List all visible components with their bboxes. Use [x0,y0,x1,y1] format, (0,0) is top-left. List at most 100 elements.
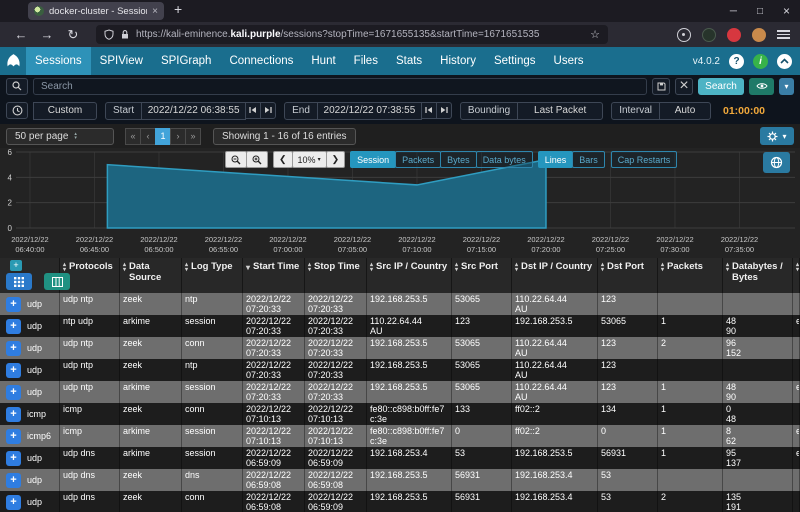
column-header-src-port[interactable]: ▴ ▾ Src Port [452,258,512,293]
end-time-input[interactable]: 2022/12/22 07:38:55 [316,101,422,120]
info-icon[interactable]: i [753,53,768,69]
step-forward-icon[interactable] [260,101,277,119]
graph-metric-session[interactable]: Session [350,151,397,168]
expand-session-button[interactable]: + [6,406,21,422]
help-icon[interactable]: ? [729,53,744,69]
expand-session-button[interactable]: + [6,384,21,400]
start-time-input[interactable]: 2022/12/22 06:38:55 [141,101,247,120]
map-toggle-button[interactable] [763,152,790,173]
search-button[interactable]: Search [698,77,744,95]
nav-item-sessions[interactable]: Sessions [26,47,91,75]
nav-item-hunt[interactable]: Hunt [302,47,344,75]
pocket-icon[interactable] [677,27,691,42]
column-header-dst-port[interactable]: ▴ ▾ Dst Port [598,258,658,293]
nav-item-files[interactable]: Files [345,47,387,75]
tracking-protection-icon[interactable] [104,29,114,40]
session-row[interactable]: + udp udp dns zeek conn 2022/12/22 06:59:08 20… [0,491,800,512]
session-row[interactable]: + udp ntp udp arkime session 2022/12/22 07:20… [0,315,800,337]
step-back-icon[interactable] [420,101,437,119]
nav-item-connections[interactable]: Connections [220,47,302,75]
session-row[interactable]: + udp udp dns zeek dns 2022/12/22 06:59:08 202… [0,469,800,491]
menu-icon[interactable] [777,30,790,39]
expand-session-button[interactable]: + [6,450,21,466]
zoom-out-icon[interactable] [225,151,247,168]
save-search-icon[interactable] [652,77,670,95]
interval-select[interactable]: Auto [658,101,711,120]
adblock-icon[interactable] [727,27,741,42]
page-button-page-1[interactable]: 1 [155,127,171,145]
graph-style-bars[interactable]: Bars [572,151,605,168]
clear-search-icon[interactable]: × [675,77,693,95]
arkime-logo-icon[interactable] [0,51,26,71]
column-header-stop-time[interactable]: ▴ ▾ Stop Time [305,258,367,293]
expand-session-button[interactable]: + [6,494,21,510]
expand-all-button[interactable]: + [10,260,22,271]
actions-dropdown-icon[interactable]: ▾ [779,77,794,95]
page-button-prev[interactable]: ‹ [140,127,156,145]
clock-icon[interactable] [6,102,28,119]
zoom-in-icon[interactable] [246,151,268,168]
page-button-last[interactable]: » [185,127,201,145]
graph-metric-packets[interactable]: Packets [395,151,442,168]
column-header-dst-ip[interactable]: ▴ ▾ Dst IP / Country [512,258,598,293]
new-tab-button[interactable]: + [174,1,182,17]
column-header-data-source[interactable]: ▴ ▾ Data Source [120,258,182,293]
forward-icon[interactable]: → [34,27,60,42]
cap-restarts-toggle[interactable]: Cap Restarts [610,151,678,168]
table-settings-button[interactable]: ▾ [760,127,794,145]
reload-icon[interactable]: ↻ [60,27,86,43]
nav-item-users[interactable]: Users [545,47,593,75]
session-row[interactable]: + udp udp ntp arkime session 2022/12/22 07:20… [0,381,800,403]
pan-left-icon[interactable]: ❮ [273,151,293,168]
column-header-start-time[interactable]: ▾ Start Time [243,258,305,293]
expand-session-button[interactable]: + [6,428,21,444]
profile-icon[interactable] [752,27,766,42]
session-row[interactable]: + udp udp ntp zeek conn 2022/12/22 07:20:33 20… [0,337,800,359]
column-header-packets[interactable]: ▴ ▾ Packets [658,258,723,293]
bounding-select[interactable]: Last Packet [517,101,604,120]
page-button-next[interactable]: › [170,127,186,145]
nav-item-spigraph[interactable]: SPIGraph [152,47,221,75]
column-header-databytes[interactable]: ▴ ▾ Databytes / Bytes [723,258,793,293]
back-icon[interactable]: ← [8,27,34,42]
bookmark-star-icon[interactable]: ☆ [590,28,600,41]
lock-icon[interactable] [120,29,130,40]
step-back-icon[interactable] [245,101,262,119]
session-row[interactable]: + udp udp ntp zeek ntp 2022/12/22 07:20:33 202… [0,293,800,315]
per-page-select[interactable]: 50 per page ▴ ▾ [6,127,114,145]
graph-metric-data-bytes[interactable]: Data bytes [475,151,533,168]
extension-icon[interactable] [702,27,716,42]
scroll-top-icon[interactable] [777,53,792,69]
views-eye-icon[interactable] [749,77,774,95]
time-preset-select[interactable]: Custom [33,101,97,120]
step-forward-icon[interactable] [435,101,452,119]
expand-session-button[interactable]: + [6,318,21,334]
browser-tab[interactable]: docker-cluster - Sessions × [28,2,164,20]
graph-style-lines[interactable]: Lines [537,151,574,168]
nav-item-history[interactable]: History [431,47,485,75]
session-row[interactable]: + icmp icmp zeek conn 2022/12/22 07:10:13 2022… [0,403,800,425]
window-close-button[interactable]: × [783,4,790,18]
column-header-src-ip[interactable]: ▴ ▾ Src IP / Country [367,258,452,293]
graph-metric-bytes[interactable]: Bytes [440,151,477,168]
nav-item-stats[interactable]: Stats [387,47,431,75]
column-config-button[interactable] [44,273,70,290]
url-bar[interactable]: https://kali-eminence.kali.purple/sessio… [96,25,608,44]
page-button-first[interactable]: « [125,127,141,145]
window-minimize-button[interactable]: ─ [730,6,737,17]
expand-session-button[interactable]: + [6,362,21,378]
expand-session-button[interactable]: + [6,296,21,312]
tab-close-icon[interactable]: × [152,6,158,17]
window-maximize-button[interactable]: □ [757,6,763,17]
table-density-button[interactable] [6,273,32,290]
expand-session-button[interactable]: + [6,472,21,488]
session-row[interactable]: + udp udp ntp zeek ntp 2022/12/22 07:20:33 202… [0,359,800,381]
session-row[interactable]: + icmp6 icmp arkime session 2022/12/22 07:10:… [0,425,800,447]
column-header-log-type[interactable]: ▴ ▾ Log Type [182,258,243,293]
pan-right-icon[interactable]: ❯ [325,151,346,168]
search-icon[interactable] [6,77,28,95]
column-header-more[interactable]: ▴ ▾ [793,258,800,293]
zoom-level-select[interactable]: 10% ▾ [291,151,327,168]
nav-item-settings[interactable]: Settings [485,47,545,75]
nav-item-spiview[interactable]: SPIView [91,47,152,75]
